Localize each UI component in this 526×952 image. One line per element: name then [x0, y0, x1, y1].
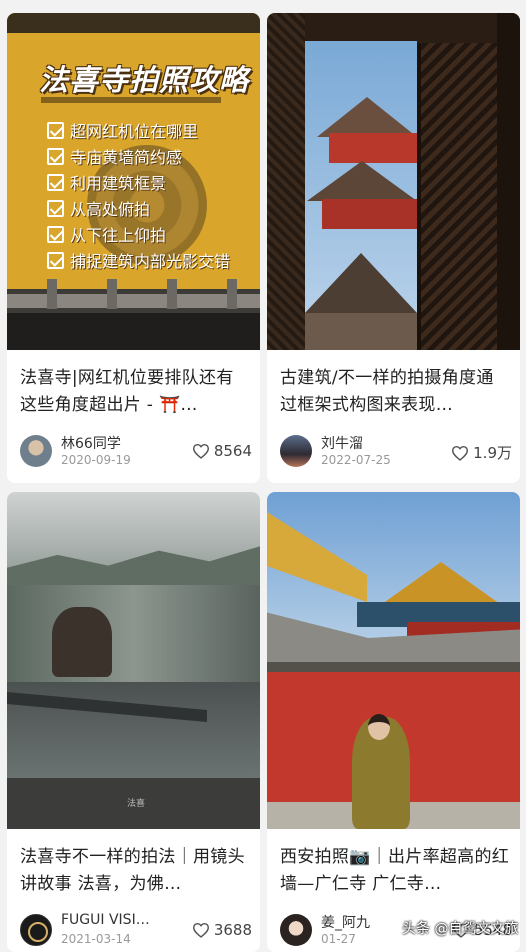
like-button[interactable]: 3688	[192, 921, 252, 939]
note-title[interactable]: 法喜寺不一样的拍法｜用镜头讲故事 法喜，为佛…	[20, 844, 250, 898]
author-name[interactable]: 林66同学	[61, 433, 121, 453]
author-name[interactable]: FUGUI VISI…	[61, 912, 150, 928]
checkbox-icon	[47, 173, 64, 191]
checklist-item: 从高处俯拍	[47, 195, 230, 221]
checklist: 超网红机位在哪里 寺庙黄墙简约感 利用建筑框景 从高处俯拍 从下往上仰拍 捕捉建…	[47, 117, 230, 273]
railing-post	[107, 279, 117, 309]
note-title[interactable]: 西安拍照📷｜出片率超高的红墙—广仁寺 广仁寺…	[280, 844, 510, 898]
checklist-item: 超网红机位在哪里	[47, 117, 230, 143]
like-count: 8564	[213, 442, 252, 460]
note-meta: 林66同学 2020-09-19 8564	[20, 435, 252, 469]
avatar[interactable]	[20, 914, 52, 946]
like-count: 1.9万	[473, 444, 512, 462]
post-date: 01-27	[321, 932, 356, 946]
pagoda-wall	[322, 199, 417, 229]
checklist-item: 捕捉建筑内部光影交错	[47, 247, 230, 273]
note-card-3[interactable]: 法喜 法喜寺不一样的拍法｜用镜头讲故事 法喜，为佛… FUGUI VISI… 2…	[7, 492, 260, 952]
railing-post	[167, 279, 177, 309]
pagoda-wall	[329, 133, 417, 163]
post-date: 2020-09-19	[61, 453, 131, 467]
door-right	[417, 43, 497, 350]
note-thumbnail[interactable]	[267, 492, 520, 829]
post-date: 2022-07-25	[321, 453, 391, 467]
rain-panel	[7, 585, 260, 682]
note-thumbnail[interactable]: 法喜寺拍照攻略 超网红机位在哪里 寺庙黄墙简约感 利用建筑框景 从高处俯拍 从下…	[7, 13, 260, 350]
note-title[interactable]: 古建筑/不一样的拍摄角度通过框架式构图来表现…	[280, 365, 510, 419]
thumbnail-caption: 法喜	[127, 799, 146, 809]
author-name[interactable]: 姜_阿九	[321, 912, 370, 932]
checkbox-icon	[47, 225, 64, 243]
avatar[interactable]	[20, 435, 52, 467]
stone-railing	[7, 294, 260, 308]
heart-icon	[192, 922, 209, 938]
avatar[interactable]	[280, 435, 312, 467]
door-frame	[497, 13, 520, 350]
door-left	[267, 13, 305, 350]
pagoda-base	[305, 313, 417, 350]
note-title[interactable]: 法喜寺|网红机位要排队还有这些角度超出片 - ⛩️…	[20, 365, 250, 419]
bell-ornament	[52, 607, 112, 677]
like-button[interactable]: 8564	[192, 442, 252, 460]
note-card-1[interactable]: 法喜寺拍照攻略 超网红机位在哪里 寺庙黄墙简约感 利用建筑框景 从高处俯拍 从下…	[7, 13, 260, 483]
thumbnail-title: 法喜寺拍照攻略	[39, 63, 250, 97]
note-card-2[interactable]: 古建筑/不一样的拍摄角度通过框架式构图来表现… 刘牛溜 2022-07-25 1…	[267, 13, 520, 483]
eave-shadow	[7, 13, 260, 33]
checklist-item: 从下往上仰拍	[47, 221, 230, 247]
heart-icon	[452, 445, 469, 461]
like-count: 3688	[213, 921, 252, 939]
checkbox-icon	[47, 199, 64, 217]
note-meta: 刘牛溜 2022-07-25 1.9万	[280, 435, 512, 469]
author-name[interactable]: 刘牛溜	[321, 433, 363, 453]
note-thumbnail[interactable]	[267, 13, 520, 350]
person-head	[368, 714, 390, 740]
railing-post	[227, 279, 237, 309]
heart-icon	[192, 443, 209, 459]
watermark: 头条 @自鸳文文旅	[402, 921, 519, 937]
post-date: 2021-03-14	[61, 932, 131, 946]
avatar[interactable]	[280, 914, 312, 946]
checkbox-icon	[47, 121, 64, 139]
checkbox-icon	[47, 251, 64, 269]
checklist-item: 寺庙黄墙简约感	[47, 143, 230, 169]
floor	[7, 313, 260, 350]
note-meta: FUGUI VISI… 2021-03-14 3688	[20, 912, 252, 948]
checklist-item: 利用建筑框景	[47, 169, 230, 195]
note-thumbnail[interactable]: 法喜	[7, 492, 260, 829]
note-card-4[interactable]: 西安拍照📷｜出片率超高的红墙—广仁寺 广仁寺… 姜_阿九 01-27 5548	[267, 492, 520, 952]
like-button[interactable]: 1.9万	[451, 442, 512, 463]
checkbox-icon	[47, 147, 64, 165]
railing-post	[47, 279, 57, 309]
